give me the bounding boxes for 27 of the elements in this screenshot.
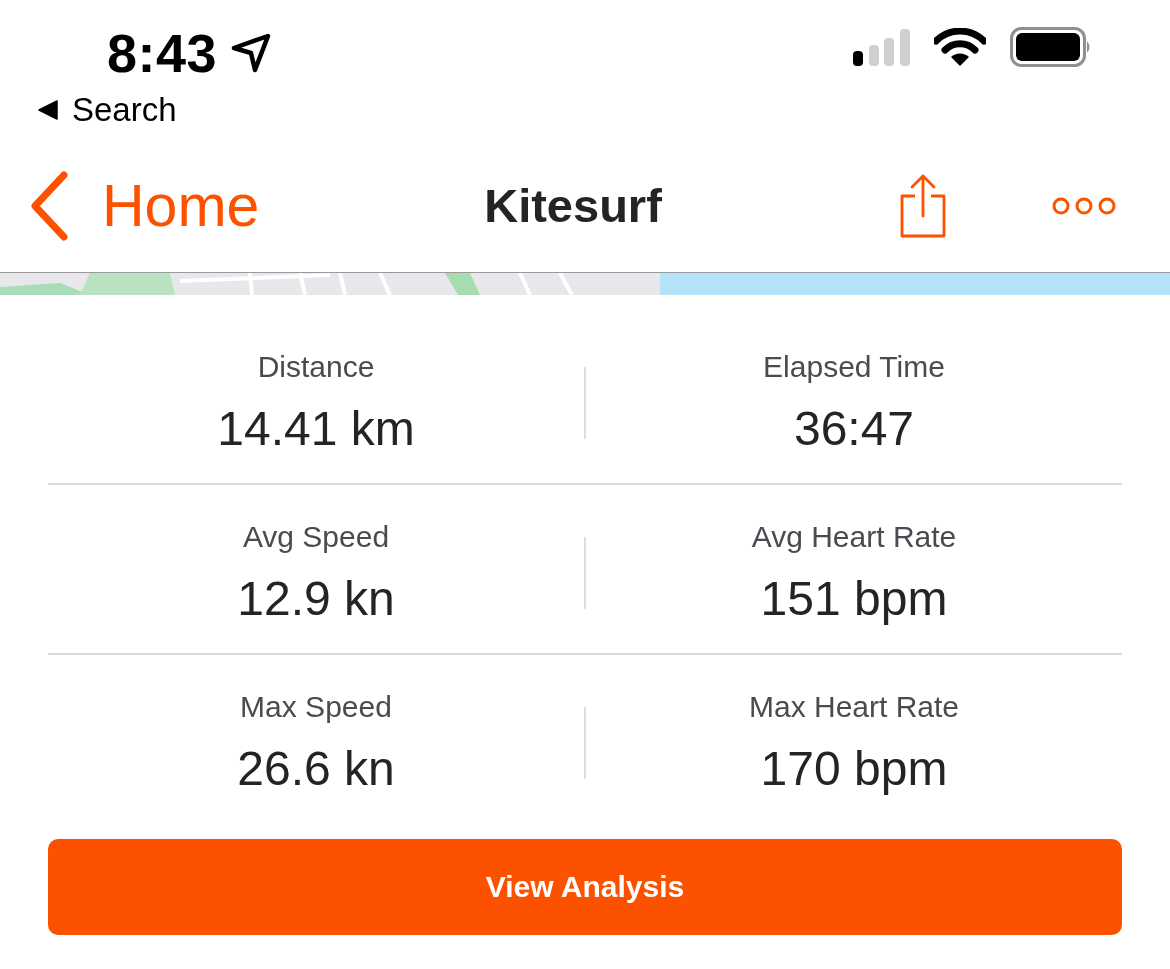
view-analysis-button[interactable]: View Analysis xyxy=(48,839,1122,935)
status-time: 8:43 xyxy=(107,22,218,84)
stat-value: 14.41 km xyxy=(217,401,415,457)
battery-icon xyxy=(1010,27,1092,67)
back-to-search-link[interactable]: Search xyxy=(38,90,177,130)
back-triangle-icon xyxy=(38,100,58,120)
stat-value: 151 bpm xyxy=(760,571,948,627)
stat-label: Avg Heart Rate xyxy=(751,519,957,555)
page-title: Kitesurf xyxy=(484,178,662,234)
home-back-button[interactable]: Home xyxy=(30,171,260,241)
stat-label: Max Heart Rate xyxy=(748,689,960,725)
signal-icon xyxy=(853,28,910,66)
more-icon xyxy=(1052,197,1116,215)
share-button[interactable] xyxy=(900,174,946,238)
stat-label: Max Speed xyxy=(240,689,392,725)
share-icon xyxy=(900,174,946,238)
stat-label: Elapsed Time xyxy=(763,349,945,385)
chevron-left-icon xyxy=(30,171,70,241)
more-button[interactable] xyxy=(1052,197,1116,215)
location-arrow-icon xyxy=(231,33,272,73)
stat-value: 12.9 kn xyxy=(237,571,395,627)
stat-value: 170 bpm xyxy=(760,741,948,797)
stat-value: 26.6 kn xyxy=(237,741,395,797)
stat-label: Avg Speed xyxy=(242,519,390,555)
stat-value: 36:47 xyxy=(793,401,915,457)
wifi-icon xyxy=(934,28,986,66)
stat-label: Distance xyxy=(257,349,375,385)
